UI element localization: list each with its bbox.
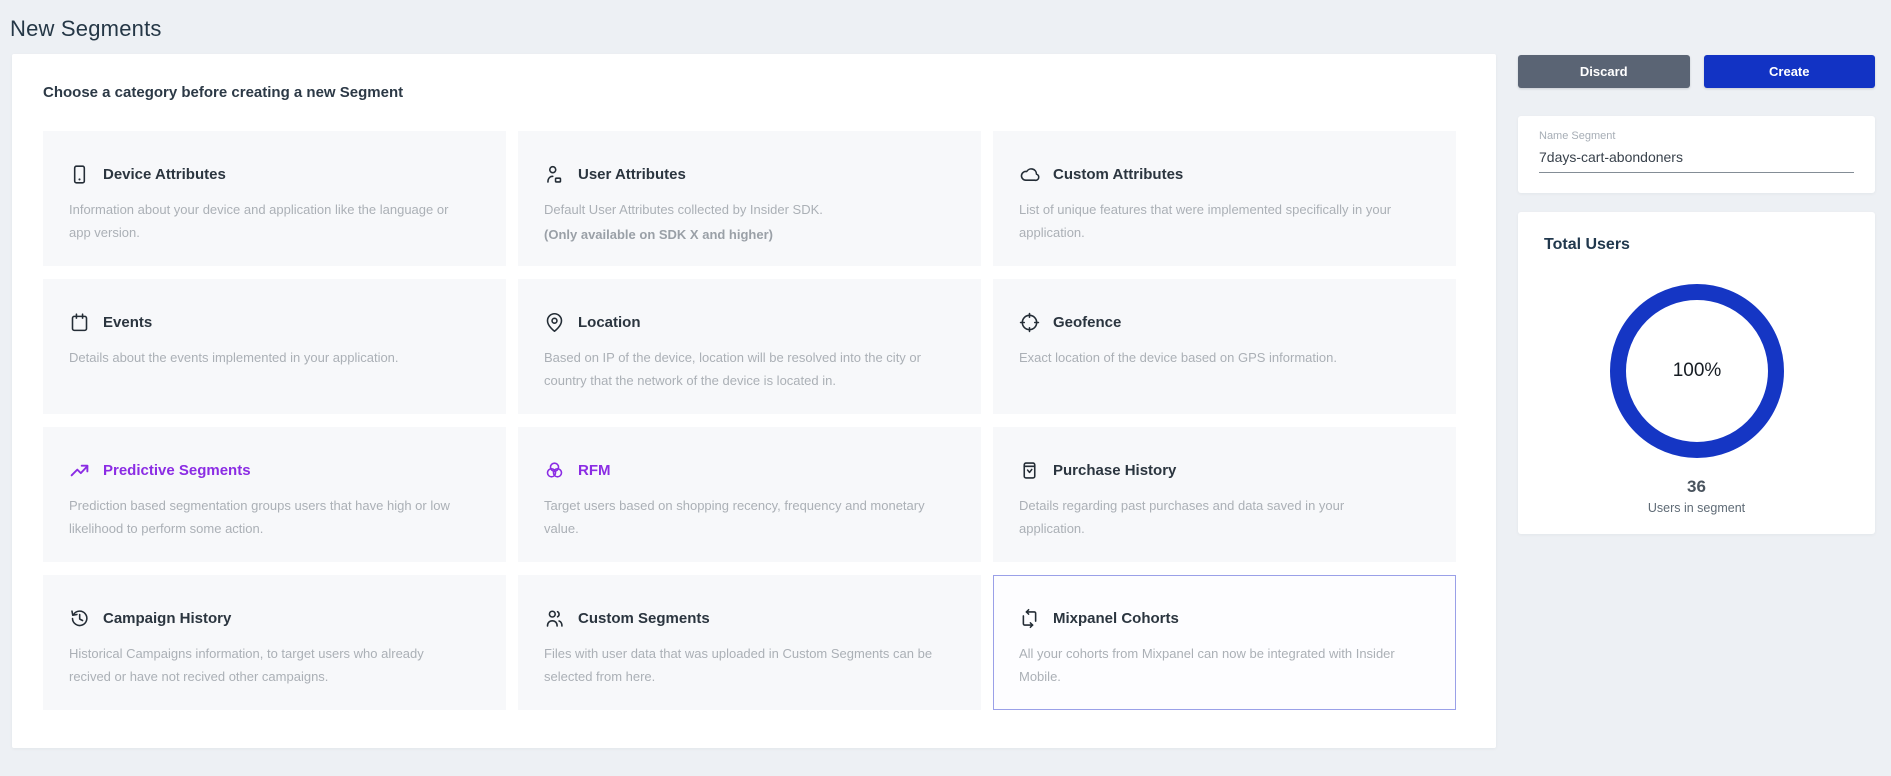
category-description: Details about the events implemented in …: [44, 333, 505, 370]
category-title: Predictive Segments: [103, 462, 251, 479]
name-segment-card: Name Segment: [1518, 116, 1875, 193]
category-title: Events: [103, 314, 152, 331]
category-title: Purchase History: [1053, 462, 1176, 479]
category-description: All your cohorts from Mixpanel can now b…: [994, 629, 1455, 689]
category-card-rfm[interactable]: RFM Target users based on shopping recen…: [518, 427, 981, 562]
history-clock-icon: [69, 608, 90, 629]
category-description: Prediction based segmentation groups use…: [44, 481, 505, 541]
rfm-venn-icon: [544, 460, 565, 481]
category-card-predictive-segments[interactable]: Predictive Segments Prediction based seg…: [43, 427, 506, 562]
category-description: Details regarding past purchases and dat…: [994, 481, 1455, 541]
category-title: Mixpanel Cohorts: [1053, 610, 1179, 627]
category-card-custom-segments[interactable]: Custom Segments Files with user data tha…: [518, 575, 981, 710]
users-count: 36: [1518, 477, 1875, 497]
panel-heading: Choose a category before creating a new …: [43, 84, 403, 101]
category-title: Custom Segments: [578, 610, 710, 627]
category-grid: Device Attributes Information about your…: [43, 131, 1456, 710]
category-title: Geofence: [1053, 314, 1121, 331]
category-card-events[interactable]: Events Details about the events implemen…: [43, 279, 506, 414]
name-segment-input[interactable]: [1539, 149, 1854, 173]
category-title: Device Attributes: [103, 166, 226, 183]
receipt-icon: [1019, 460, 1040, 481]
category-description: Target users based on shopping recency, …: [519, 481, 980, 541]
calendar-icon: [69, 312, 90, 333]
category-card-geofence[interactable]: Geofence Exact location of the device ba…: [993, 279, 1456, 414]
action-buttons: Discard Create: [1518, 55, 1875, 88]
page-title: New Segments: [10, 16, 162, 42]
users-icon: [544, 608, 565, 629]
total-users-heading: Total Users: [1544, 236, 1630, 254]
user-icon: [544, 164, 565, 185]
repeat-icon: [1019, 608, 1040, 629]
category-title: Campaign History: [103, 610, 231, 627]
total-users-card: Total Users 100% 36 Users in segment: [1518, 212, 1875, 534]
donut-percent-label: 100%: [1602, 276, 1792, 466]
users-caption: Users in segment: [1518, 501, 1875, 515]
category-card-campaign-history[interactable]: Campaign History Historical Campaigns in…: [43, 575, 506, 710]
discard-button[interactable]: Discard: [1518, 55, 1690, 88]
category-card-location[interactable]: Location Based on IP of the device, loca…: [518, 279, 981, 414]
total-users-donut-chart: 100%: [1602, 276, 1792, 466]
segment-category-panel: Choose a category before creating a new …: [12, 54, 1496, 748]
create-button[interactable]: Create: [1704, 55, 1876, 88]
category-description-note: (Only available on SDK X and higher): [519, 222, 980, 247]
trending-up-icon: [69, 460, 90, 481]
category-title: Location: [578, 314, 641, 331]
category-description: Files with user data that was uploaded i…: [519, 629, 980, 689]
device-icon: [69, 164, 90, 185]
geofence-icon: [1019, 312, 1040, 333]
cloud-icon: [1019, 164, 1040, 185]
name-segment-label: Name Segment: [1539, 130, 1854, 142]
category-description: Exact location of the device based on GP…: [994, 333, 1455, 370]
category-card-device-attributes[interactable]: Device Attributes Information about your…: [43, 131, 506, 266]
category-description: List of unique features that were implem…: [994, 185, 1455, 245]
category-description: Based on IP of the device, location will…: [519, 333, 980, 393]
category-title: Custom Attributes: [1053, 166, 1183, 183]
category-card-mixpanel-cohorts[interactable]: Mixpanel Cohorts All your cohorts from M…: [993, 575, 1456, 710]
category-card-purchase-history[interactable]: Purchase History Details regarding past …: [993, 427, 1456, 562]
category-title: RFM: [578, 462, 611, 479]
map-pin-icon: [544, 312, 565, 333]
category-card-user-attributes[interactable]: User Attributes Default User Attributes …: [518, 131, 981, 266]
category-card-custom-attributes[interactable]: Custom Attributes List of unique feature…: [993, 131, 1456, 266]
category-description: Default User Attributes collected by Ins…: [519, 185, 980, 222]
category-description: Information about your device and applic…: [44, 185, 505, 245]
category-title: User Attributes: [578, 166, 686, 183]
category-description: Historical Campaigns information, to tar…: [44, 629, 505, 689]
